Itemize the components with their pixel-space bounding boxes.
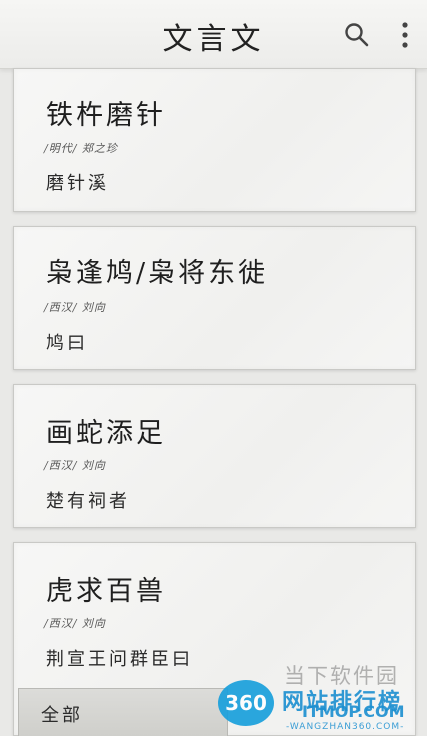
- more-vertical-icon: [402, 22, 408, 48]
- search-icon: [345, 23, 369, 47]
- category-tab-label: 全部: [41, 705, 83, 726]
- article-excerpt: 荆宣王问群臣曰: [46, 649, 193, 670]
- article-card[interactable]: 铁杵磨针 /明代/ 郑之珍 磨针溪: [13, 68, 416, 212]
- watermark-domain: ITMOP.COM: [302, 702, 405, 721]
- category-tab-all[interactable]: 全部: [18, 688, 228, 736]
- article-excerpt: 磨针溪: [46, 173, 109, 194]
- article-meta: /西汉/ 刘向: [44, 617, 106, 630]
- article-meta: /西汉/ 刘向: [44, 459, 106, 472]
- watermark-url: -WANGZHAN360.COM-: [286, 722, 405, 732]
- app-bar: 文言文: [0, 0, 427, 69]
- article-meta: /明代/ 郑之珍: [44, 142, 118, 155]
- article-title: 铁杵磨针: [46, 100, 166, 131]
- article-excerpt: 鸠曰: [46, 333, 88, 354]
- article-excerpt: 楚有祠者: [46, 491, 130, 512]
- article-title: 虎求百兽: [46, 576, 166, 607]
- article-card[interactable]: 画蛇添足 /西汉/ 刘向 楚有祠者: [13, 384, 416, 528]
- more-options-button[interactable]: [392, 18, 418, 52]
- article-meta: /西汉/ 刘向: [44, 301, 106, 314]
- article-title: 枭逢鸠/枭将东徙: [46, 258, 269, 289]
- article-title: 画蛇添足: [46, 418, 166, 449]
- article-card[interactable]: 枭逢鸠/枭将东徙 /西汉/ 刘向 鸠曰: [13, 226, 416, 370]
- search-button[interactable]: [342, 20, 372, 50]
- watermark-logo: 360: [218, 680, 274, 726]
